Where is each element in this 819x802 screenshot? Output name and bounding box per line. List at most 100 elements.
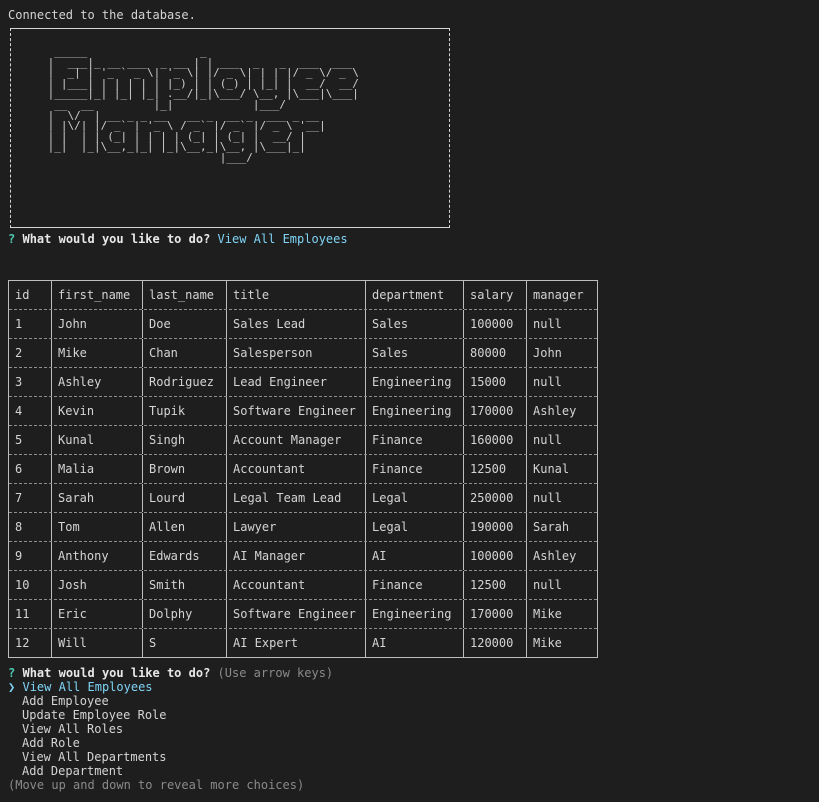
- table-cell: 15000: [463, 368, 526, 396]
- table-cell: John: [526, 339, 597, 367]
- table-cell: 100000: [463, 542, 526, 570]
- table-cell: Account Manager: [226, 426, 365, 454]
- prompt-question: What would you like to do?: [22, 666, 211, 680]
- table-row: 7 Sarah Lourd Legal Team Lead Legal 250000 nul…: [9, 483, 597, 512]
- table-cell: 12500: [463, 571, 526, 599]
- table-cell: Lead Engineer: [226, 368, 365, 396]
- table-cell: 6: [15, 462, 23, 476]
- menu-choice[interactable]: Add Role: [22, 736, 80, 750]
- table-cell: Engineering: [365, 600, 463, 628]
- status-line: Connected to the database.: [8, 8, 196, 22]
- menu-choice[interactable]: Update Employee Role: [22, 708, 167, 722]
- table-cell: Dolphy: [142, 600, 226, 628]
- table-cell: 3: [15, 375, 23, 389]
- table-cell: Accountant: [226, 455, 365, 483]
- table-cell: Mike: [51, 339, 142, 367]
- table-row: 11 Eric Dolphy Software Engineer Engineering…: [9, 599, 597, 628]
- table-row: 8 Tom Allen Lawyer Legal 190000 Sarah: [9, 512, 597, 541]
- table-row: 3 Ashley Rodriguez Lead Engineer Engineering…: [9, 367, 597, 396]
- column-header-id: id: [15, 288, 30, 302]
- table-cell: 170000: [463, 397, 526, 425]
- table-row: 9 Anthony Edwards AI Manager AI 100000 Ashley: [9, 541, 597, 570]
- question-mark-icon: ?: [8, 666, 16, 680]
- table-cell: Josh: [51, 571, 142, 599]
- table-cell: 100000: [463, 310, 526, 338]
- table-cell: Software Engineer: [226, 600, 365, 628]
- table-cell: Tom: [51, 513, 142, 541]
- prompt-answer: View All Employees: [217, 232, 348, 246]
- menu-choice[interactable]: Add Employee: [22, 694, 109, 708]
- menu-choice-label: View All Employees: [22, 680, 153, 694]
- table-cell: Chan: [142, 339, 226, 367]
- employee-table: id first_name last_name title department…: [8, 280, 598, 658]
- table-row: 2 Mike Chan Salesperson Sales 80000 John: [9, 338, 597, 367]
- table-cell: Kunal: [526, 455, 597, 483]
- table-cell: 9: [15, 549, 23, 563]
- banner-ascii-art: _____ _ | ___|_ __ ___ _ __ | | ___ _ _ …: [47, 45, 359, 164]
- table-cell: 12500: [463, 455, 526, 483]
- table-cell: Mike: [526, 629, 597, 657]
- column-header-salary: salary: [463, 281, 526, 309]
- table-cell: Tupik: [142, 397, 226, 425]
- table-cell: 190000: [463, 513, 526, 541]
- table-cell: 12: [15, 636, 30, 650]
- table-cell: 120000: [463, 629, 526, 657]
- column-header-last-name: last_name: [142, 281, 226, 309]
- table-cell: Mike: [526, 600, 597, 628]
- table-cell: Allen: [142, 513, 226, 541]
- table-cell: Software Engineer: [226, 397, 365, 425]
- table-cell: S: [142, 629, 226, 657]
- column-header-department: department: [365, 281, 463, 309]
- table-cell: Sarah: [51, 484, 142, 512]
- table-cell: Kunal: [51, 426, 142, 454]
- table-cell: Singh: [142, 426, 226, 454]
- table-row: 12 Will S AI Expert AI 120000 Mike: [9, 628, 597, 657]
- column-header-first-name: first_name: [51, 281, 142, 309]
- table-cell: Will: [51, 629, 142, 657]
- table-header-row: id first_name last_name title department…: [9, 281, 597, 309]
- table-cell: null: [526, 368, 597, 396]
- table-cell: Lourd: [142, 484, 226, 512]
- table-cell: Legal: [365, 513, 463, 541]
- table-cell: 7: [15, 491, 23, 505]
- table-cell: Rodriguez: [142, 368, 226, 396]
- menu-choice[interactable]: View All Departments: [22, 750, 167, 764]
- table-cell: Eric: [51, 600, 142, 628]
- table-cell: Doe: [142, 310, 226, 338]
- table-cell: Accountant: [226, 571, 365, 599]
- table-cell: Sales: [365, 310, 463, 338]
- table-cell: 250000: [463, 484, 526, 512]
- table-row: 6 Malia Brown Accountant Finance 12500 Kunal: [9, 454, 597, 483]
- terminal: Connected to the database. _____ _ | ___…: [8, 0, 819, 802]
- table-cell: Finance: [365, 455, 463, 483]
- table-cell: null: [526, 310, 597, 338]
- table-cell: Finance: [365, 426, 463, 454]
- prompt-question: What would you like to do?: [22, 232, 211, 246]
- banner-box: _____ _ | ___|_ __ ___ _ __ | | ___ _ _ …: [10, 28, 450, 228]
- menu-choice-selected[interactable]: ❯ View All Employees: [8, 680, 153, 694]
- table-cell: 10: [15, 578, 30, 592]
- prompt-line-2: ? What would you like to do? (Use arrow …: [8, 666, 333, 680]
- table-cell: 80000: [463, 339, 526, 367]
- pointer-icon: ❯: [8, 680, 16, 694]
- question-mark-icon: ?: [8, 232, 16, 246]
- menu-choice[interactable]: Add Department: [22, 764, 123, 778]
- table-cell: Legal Team Lead: [226, 484, 365, 512]
- table-cell: 160000: [463, 426, 526, 454]
- table-cell: Lawyer: [226, 513, 365, 541]
- menu-choice[interactable]: View All Roles: [22, 722, 123, 736]
- table-row: 5 Kunal Singh Account Manager Finance 160000 n…: [9, 425, 597, 454]
- table-cell: Ashley: [526, 397, 597, 425]
- table-cell: Finance: [365, 571, 463, 599]
- prompt-line-1: ? What would you like to do? View All Em…: [8, 232, 348, 246]
- table-row: 1 John Doe Sales Lead Sales 100000 null: [9, 309, 597, 338]
- prompt-hint: (Use arrow keys): [217, 666, 334, 680]
- table-cell: Engineering: [365, 368, 463, 396]
- table-cell: Ashley: [51, 368, 142, 396]
- table-cell: Smith: [142, 571, 226, 599]
- table-cell: Malia: [51, 455, 142, 483]
- menu-footer-hint: (Move up and down to reveal more choices…: [8, 778, 305, 792]
- table-cell: 8: [15, 520, 23, 534]
- table-cell: Salesperson: [226, 339, 365, 367]
- table-cell: 170000: [463, 600, 526, 628]
